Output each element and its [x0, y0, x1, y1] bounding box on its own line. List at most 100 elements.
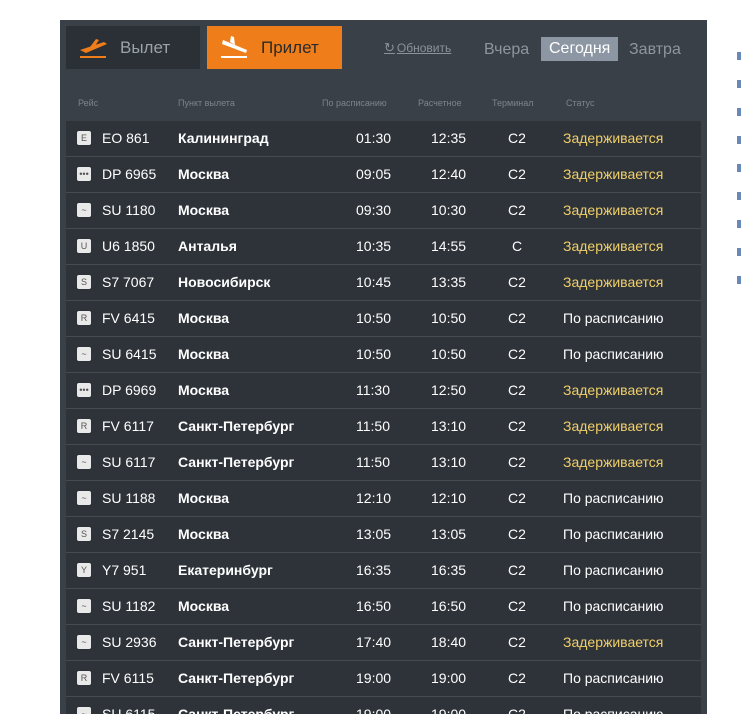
flight-number: FV 6115 — [102, 670, 154, 686]
flight-number: SU 6415 — [102, 346, 157, 362]
scheduled-time: 01:30 — [356, 130, 392, 146]
airline-logo-icon: R — [77, 419, 91, 433]
flight-number: FV 6117 — [102, 418, 154, 434]
day-tomorrow[interactable]: Завтра — [629, 38, 681, 62]
estimated-time: 19:00 — [431, 670, 467, 686]
col-terminal: Терминал — [492, 98, 534, 108]
origin-city: Москва — [178, 382, 230, 398]
origin-city: Москва — [178, 346, 230, 362]
side-link[interactable] — [737, 136, 741, 144]
flight-status: По расписанию — [563, 598, 664, 614]
airline-logo-icon: ~ — [77, 347, 91, 361]
flight-status: Задерживается — [563, 382, 664, 398]
day-today[interactable]: Сегодня — [541, 37, 619, 61]
side-link[interactable] — [737, 52, 741, 60]
flight-row[interactable]: ~ SU 6117 Санкт-Петербург 11:50 13:10 C2 Задер… — [66, 445, 701, 481]
side-link[interactable] — [737, 248, 741, 256]
flight-number: S7 7067 — [102, 274, 155, 290]
flight-row[interactable]: ~ SU 1180 Москва 09:30 10:30 C2 Задерживается — [66, 193, 701, 229]
terminal: C2 — [508, 418, 526, 434]
terminal: C2 — [508, 310, 526, 326]
origin-city: Анталья — [178, 238, 237, 254]
flight-row[interactable]: S S7 7067 Новосибирск 10:45 13:35 C2 Задержива… — [66, 265, 701, 301]
airline-logo-icon: ~ — [77, 491, 91, 505]
airline-logo-icon: ~ — [77, 599, 91, 613]
flight-row[interactable]: S S7 2145 Москва 13:05 13:05 C2 По расписанию — [66, 517, 701, 553]
flight-number: SU 6117 — [102, 454, 156, 470]
flight-number: SU 1180 — [102, 202, 156, 218]
estimated-time: 13:10 — [431, 454, 467, 470]
flight-row[interactable]: ~ SU 1182 Москва 16:50 16:50 C2 По расписанию — [66, 589, 701, 625]
flight-status: По расписанию — [563, 562, 664, 578]
flight-row[interactable]: ~ SU 1188 Москва 12:10 12:10 C2 По расписанию — [66, 481, 701, 517]
origin-city: Санкт-Петербург — [178, 418, 295, 434]
estimated-time: 10:30 — [431, 202, 467, 218]
table-header: Рейс Пункт вылета По расписанию Расчетно… — [60, 98, 707, 112]
scheduled-time: 09:30 — [356, 202, 392, 218]
terminal: C2 — [508, 706, 526, 714]
scheduled-time: 17:40 — [356, 634, 392, 650]
day-yesterday[interactable]: Вчера — [484, 38, 529, 62]
estimated-time: 13:05 — [431, 526, 467, 542]
flight-status: Задерживается — [563, 418, 664, 434]
tab-departures[interactable]: Вылет — [66, 26, 200, 69]
airline-logo-icon: U — [77, 239, 91, 253]
flight-row[interactable]: R FV 6415 Москва 10:50 10:50 C2 По расписанию — [66, 301, 701, 337]
flight-row[interactable]: R FV 6115 Санкт-Петербург 19:00 19:00 C2 По ра… — [66, 661, 701, 697]
side-link[interactable] — [737, 276, 741, 284]
flight-row[interactable]: R FV 6117 Санкт-Петербург 11:50 13:10 C2 Задер… — [66, 409, 701, 445]
airline-logo-icon: R — [77, 671, 91, 685]
flight-status: Задерживается — [563, 274, 664, 290]
flight-row[interactable]: ••• DP 6969 Москва 11:30 12:50 C2 Задерживаетс… — [66, 373, 701, 409]
flight-row[interactable]: E EO 861 Калининград 01:30 12:35 C2 Задерживае… — [66, 121, 701, 157]
side-link[interactable] — [737, 108, 741, 116]
origin-city: Санкт-Петербург — [178, 670, 295, 686]
flight-row[interactable]: ••• DP 6965 Москва 09:05 12:40 C2 Задерживаетс… — [66, 157, 701, 193]
terminal: C2 — [508, 166, 526, 182]
scheduled-time: 10:45 — [356, 274, 392, 290]
flight-number: FV 6415 — [102, 310, 155, 326]
scheduled-time: 16:35 — [356, 562, 392, 578]
flight-row[interactable]: Y Y7 951 Екатеринбург 16:35 16:35 C2 По распис… — [66, 553, 701, 589]
airline-logo-icon: S — [77, 275, 91, 289]
col-flight: Рейс — [78, 98, 99, 108]
terminal: C2 — [508, 454, 526, 470]
flight-status: Задерживается — [563, 238, 664, 254]
estimated-time: 14:55 — [431, 238, 467, 254]
flight-row[interactable]: U U6 1850 Анталья 10:35 14:55 C Задерживается — [66, 229, 701, 265]
terminal: C2 — [508, 202, 526, 218]
estimated-time: 13:10 — [431, 418, 467, 434]
terminal: C2 — [508, 346, 526, 362]
estimated-time: 12:10 — [431, 490, 467, 506]
scheduled-time: 11:50 — [356, 418, 390, 434]
side-link[interactable] — [737, 220, 741, 228]
flight-status: По расписанию — [563, 526, 664, 542]
col-estimated: Расчетное — [418, 98, 462, 108]
tab-arrivals[interactable]: Прилет — [207, 26, 342, 69]
scheduled-time: 09:05 — [356, 166, 392, 182]
origin-city: Санкт-Петербург — [178, 634, 295, 650]
estimated-time: 10:50 — [431, 346, 467, 362]
terminal: C2 — [508, 634, 526, 650]
flight-row[interactable]: ~ SU 2936 Санкт-Петербург 17:40 18:40 C2 Задер… — [66, 625, 701, 661]
col-scheduled: По расписанию — [322, 98, 387, 108]
plane-landing-icon — [217, 35, 251, 60]
refresh-icon: ↻ — [384, 40, 395, 55]
flight-number: S7 2145 — [102, 526, 155, 542]
scheduled-time: 13:05 — [356, 526, 392, 542]
flight-row[interactable]: ~ SU 6415 Москва 10:50 10:50 C2 По расписанию — [66, 337, 701, 373]
estimated-time: 12:50 — [431, 382, 467, 398]
side-link[interactable] — [737, 80, 741, 88]
flight-number: SU 6115 — [102, 706, 156, 714]
side-link[interactable] — [737, 192, 741, 200]
flight-number: SU 1188 — [102, 490, 156, 506]
flight-row[interactable]: ~ SU 6115 Санкт-Петербург 19:00 19:00 C2 По ра… — [66, 697, 701, 714]
origin-city: Екатеринбург — [178, 562, 273, 578]
refresh-link[interactable]: ↻ Обновить — [384, 40, 451, 56]
estimated-time: 10:50 — [431, 310, 467, 326]
side-link[interactable] — [737, 164, 741, 172]
refresh-label: Обновить — [396, 41, 452, 55]
origin-city: Москва — [178, 310, 230, 326]
estimated-time: 18:40 — [431, 634, 467, 650]
origin-city: Москва — [178, 202, 230, 218]
